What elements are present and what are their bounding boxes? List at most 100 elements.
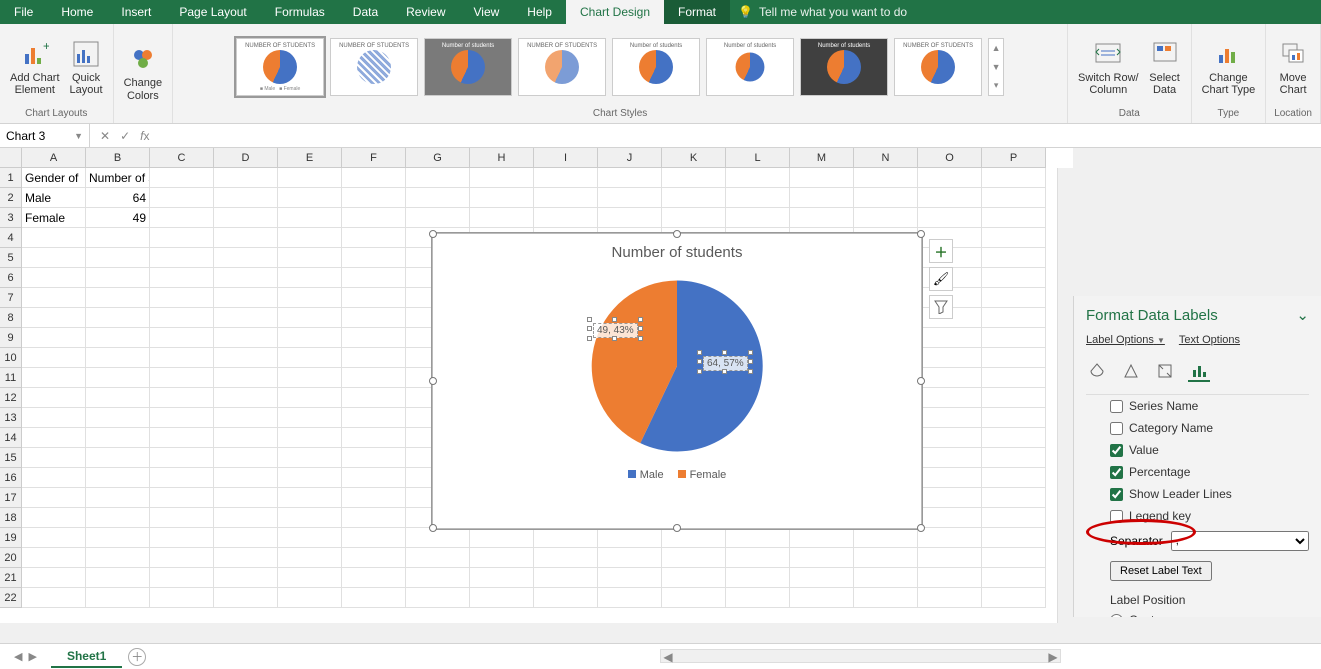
cell-H1[interactable]	[470, 168, 534, 188]
select-all-corner[interactable]	[0, 148, 22, 168]
cell-D21[interactable]	[214, 568, 278, 588]
row-header-2[interactable]: 2	[0, 188, 22, 208]
row-header-20[interactable]: 20	[0, 548, 22, 568]
cell-F16[interactable]	[342, 468, 406, 488]
cell-H20[interactable]	[470, 548, 534, 568]
cell-P1[interactable]	[982, 168, 1046, 188]
chart-filters-button[interactable]	[929, 295, 953, 319]
cell-H21[interactable]	[470, 568, 534, 588]
cell-A14[interactable]	[22, 428, 86, 448]
cell-B21[interactable]	[86, 568, 150, 588]
cell-F6[interactable]	[342, 268, 406, 288]
row-header-4[interactable]: 4	[0, 228, 22, 248]
chart-style-3[interactable]: Number of students	[424, 38, 512, 96]
cell-A1[interactable]: Gender of	[22, 168, 86, 188]
cell-C21[interactable]	[150, 568, 214, 588]
cell-C5[interactable]	[150, 248, 214, 268]
cell-D12[interactable]	[214, 388, 278, 408]
row-header-8[interactable]: 8	[0, 308, 22, 328]
cell-A16[interactable]	[22, 468, 86, 488]
percentage-checkbox[interactable]	[1110, 466, 1123, 479]
cell-O1[interactable]	[918, 168, 982, 188]
cell-C7[interactable]	[150, 288, 214, 308]
cell-N3[interactable]	[854, 208, 918, 228]
row-header-22[interactable]: 22	[0, 588, 22, 608]
confirm-icon[interactable]: ✓	[120, 129, 130, 143]
cell-L2[interactable]	[726, 188, 790, 208]
cell-F12[interactable]	[342, 388, 406, 408]
cell-C8[interactable]	[150, 308, 214, 328]
row-header-19[interactable]: 19	[0, 528, 22, 548]
cell-A11[interactable]	[22, 368, 86, 388]
cell-F11[interactable]	[342, 368, 406, 388]
move-chart-button[interactable]: Move Chart	[1275, 36, 1311, 98]
switch-row-column-button[interactable]: Switch Row/ Column	[1076, 36, 1141, 98]
cell-E1[interactable]	[278, 168, 342, 188]
cell-O12[interactable]	[918, 388, 982, 408]
cell-E22[interactable]	[278, 588, 342, 608]
vertical-scrollbar[interactable]	[1057, 168, 1073, 623]
cell-B8[interactable]	[86, 308, 150, 328]
cell-C12[interactable]	[150, 388, 214, 408]
cell-I22[interactable]	[534, 588, 598, 608]
cell-G19[interactable]	[406, 528, 470, 548]
cell-N20[interactable]	[854, 548, 918, 568]
cell-D8[interactable]	[214, 308, 278, 328]
cell-E20[interactable]	[278, 548, 342, 568]
tab-chart-design[interactable]: Chart Design	[566, 0, 664, 24]
cell-G20[interactable]	[406, 548, 470, 568]
cell-F3[interactable]	[342, 208, 406, 228]
sheet-tab-1[interactable]: Sheet1	[51, 646, 122, 668]
cell-P11[interactable]	[982, 368, 1046, 388]
change-colors-button[interactable]: Change Colors	[122, 41, 165, 103]
cell-E2[interactable]	[278, 188, 342, 208]
separator-select[interactable]: ,	[1171, 531, 1309, 551]
cell-M21[interactable]	[790, 568, 854, 588]
cell-C16[interactable]	[150, 468, 214, 488]
cell-H19[interactable]	[470, 528, 534, 548]
tab-format[interactable]: Format	[664, 0, 730, 24]
cell-D14[interactable]	[214, 428, 278, 448]
cell-E11[interactable]	[278, 368, 342, 388]
cell-E4[interactable]	[278, 228, 342, 248]
cell-P14[interactable]	[982, 428, 1046, 448]
cell-P6[interactable]	[982, 268, 1046, 288]
cell-B6[interactable]	[86, 268, 150, 288]
cell-K1[interactable]	[662, 168, 726, 188]
cell-P21[interactable]	[982, 568, 1046, 588]
worksheet-grid[interactable]: ABCDEFGHIJKLMNOP 12345678910111213141516…	[0, 148, 1073, 623]
cell-J1[interactable]	[598, 168, 662, 188]
col-header-E[interactable]: E	[278, 148, 342, 168]
col-header-D[interactable]: D	[214, 148, 278, 168]
cell-C14[interactable]	[150, 428, 214, 448]
cell-D20[interactable]	[214, 548, 278, 568]
cell-A20[interactable]	[22, 548, 86, 568]
cell-E19[interactable]	[278, 528, 342, 548]
cell-K22[interactable]	[662, 588, 726, 608]
cell-C15[interactable]	[150, 448, 214, 468]
fx-icon[interactable]: fx	[140, 129, 149, 143]
cell-O21[interactable]	[918, 568, 982, 588]
tab-data[interactable]: Data	[339, 0, 392, 24]
select-data-button[interactable]: Select Data	[1147, 36, 1183, 98]
cell-P3[interactable]	[982, 208, 1046, 228]
tab-insert[interactable]: Insert	[107, 0, 165, 24]
cell-C13[interactable]	[150, 408, 214, 428]
cell-E17[interactable]	[278, 488, 342, 508]
cell-O10[interactable]	[918, 348, 982, 368]
cell-A19[interactable]	[22, 528, 86, 548]
cell-M2[interactable]	[790, 188, 854, 208]
cell-L3[interactable]	[726, 208, 790, 228]
cell-B1[interactable]: Number of students	[86, 168, 150, 188]
cell-O18[interactable]	[918, 508, 982, 528]
cell-A15[interactable]	[22, 448, 86, 468]
cell-C4[interactable]	[150, 228, 214, 248]
chart-styles-button[interactable]: 🖌	[929, 267, 953, 291]
sheet-next[interactable]: ▶	[28, 650, 36, 663]
chart-elements-button[interactable]: ＋	[929, 239, 953, 263]
cell-P4[interactable]	[982, 228, 1046, 248]
cell-D4[interactable]	[214, 228, 278, 248]
cell-C6[interactable]	[150, 268, 214, 288]
cell-D3[interactable]	[214, 208, 278, 228]
cell-P10[interactable]	[982, 348, 1046, 368]
